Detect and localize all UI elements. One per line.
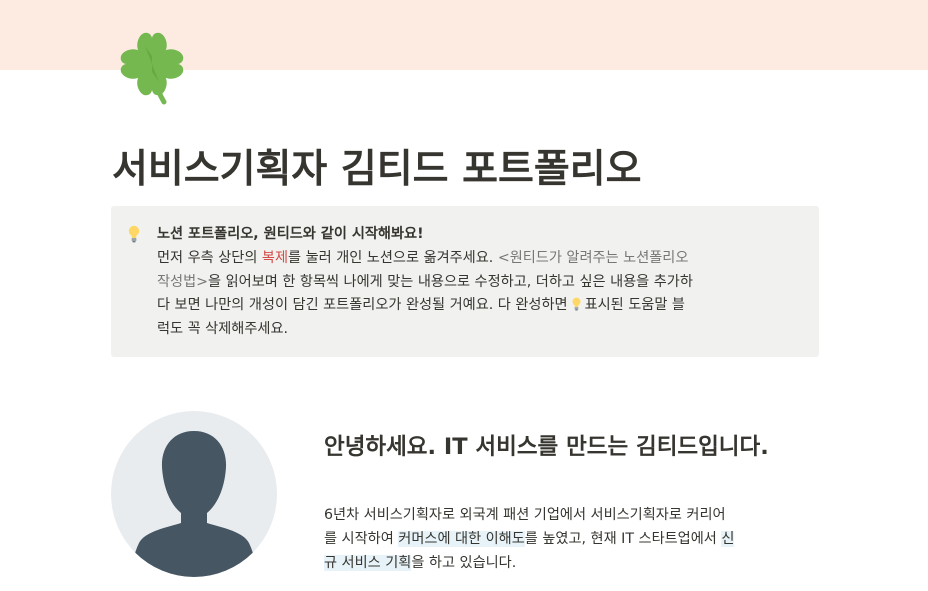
intro-paragraph[interactable]: 6년차 서비스기획자로 외국계 패션 기업에서 서비스기획자로 커리어 를 시작…	[324, 504, 824, 575]
person-silhouette-icon[interactable]	[111, 411, 277, 577]
four-leaf-clover-icon[interactable]	[112, 26, 192, 108]
light-bulb-icon	[128, 225, 140, 243]
page-title[interactable]: 서비스기획자 김티드 포트폴리오	[112, 144, 641, 196]
highlighted-text: 커머스에 대한 이해도	[398, 530, 525, 547]
callout-title: 노션 포트폴리오, 원티드와 같이 시작해봐요!	[157, 226, 424, 242]
intro-text-segment: 6년차 서비스기획자로 외국계 패션 기업에서 서비스기획자로 커리어	[324, 507, 726, 523]
callout-text-segment: 다 보면 나만의 개성이 담긴 포트폴리오가 완성될 거예요. 다 완성하면	[157, 297, 568, 314]
callout-text-segment: 표시된 도움말 블	[584, 297, 685, 314]
callout-text-segment: 를 눌러 개인 노션으로 옮겨주세요.	[288, 249, 498, 266]
duplicate-link[interactable]: 복제	[262, 250, 288, 266]
callout-text-segment: 럭도 꼭 삭제해주세요.	[157, 321, 289, 338]
callout-text-segment: 을 읽어보며 한 항목씩 나에게 맞는 내용으로 수정하고, 더하고 싶은 내용…	[208, 273, 693, 290]
highlighted-text: 신	[721, 530, 735, 547]
callout-text: 노션 포트폴리오, 원티드와 같이 시작해봐요! 먼저 우측 상단의 복제를 눌…	[157, 223, 807, 342]
notionfolio-guide-link[interactable]: <원티드가 알려주는 노션폴리오	[498, 250, 689, 266]
intro-text-segment: 를 높였고, 현재 IT 스타트업에서	[524, 530, 722, 547]
intro-text-segment: 를 시작하여	[324, 530, 399, 547]
highlighted-text: 규 서비스 기획	[324, 554, 412, 571]
notionfolio-guide-link-continued[interactable]: 작성법>	[157, 274, 208, 290]
callout-block[interactable]: 노션 포트폴리오, 원티드와 같이 시작해봐요! 먼저 우측 상단의 복제를 눌…	[111, 206, 819, 357]
inline-light-bulb-icon	[572, 298, 581, 311]
intro-heading[interactable]: 안녕하세요. IT 서비스를 만드는 김티드입니다.	[324, 430, 769, 464]
intro-text-segment: 을 하고 있습니다.	[411, 554, 517, 571]
callout-text-segment: 먼저 우측 상단의	[157, 249, 262, 266]
